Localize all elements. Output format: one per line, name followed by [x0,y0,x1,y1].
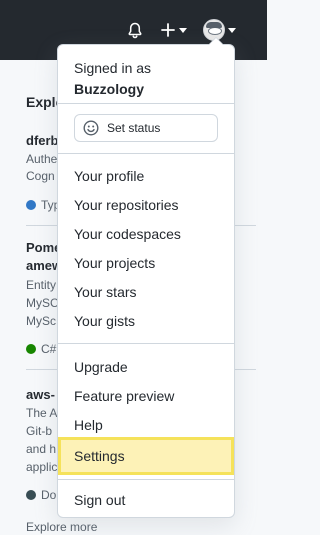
signed-in-header: Signed in as Buzzology [74,58,151,100]
repo-language: C# [26,342,56,356]
notifications-button[interactable] [127,16,147,44]
menu-item-your-gists[interactable]: Your gists [58,308,234,334]
plus-icon [161,23,175,37]
menu-item-feature-preview[interactable]: Feature preview [58,383,234,409]
menu-item-settings[interactable]: Settings [58,437,234,475]
repo-title[interactable]: dferb [26,133,59,148]
username: Buzzology [74,81,144,97]
chevron-down-icon [179,27,187,33]
repo-desc: Entity [26,278,57,292]
repo-desc: Cogn [26,169,55,183]
user-dropdown-menu: Signed in as Buzzology Set status Your p… [57,37,235,518]
language-label: C# [41,342,57,356]
repo-desc: The A [26,406,58,420]
repo-desc: and h [26,442,57,456]
smiley-icon [83,120,99,136]
menu-item-your-codespaces[interactable]: Your codespaces [58,221,234,247]
language-label: Do [41,488,57,502]
divider [58,479,234,480]
menu-item-your-profile[interactable]: Your profile [58,163,234,189]
create-new-button[interactable] [160,16,190,44]
repo-language: Typ [26,198,60,212]
menu-item-sign-out[interactable]: Sign out [58,487,234,513]
divider [58,343,234,344]
repo-desc: applic [26,460,58,474]
set-status-button[interactable]: Set status [74,114,218,142]
signed-in-label: Signed in as [74,60,152,76]
repo-desc: MySC [26,296,59,310]
menu-item-upgrade[interactable]: Upgrade [58,354,234,380]
set-status-label: Set status [107,121,161,135]
repo-desc: Git-b [26,424,53,438]
bell-icon [128,22,142,38]
menu-item-your-projects[interactable]: Your projects [58,250,234,276]
repo-desc: Authe [26,152,58,166]
repo-desc: MySc [26,314,56,328]
language-dot [26,490,36,500]
repo-language: Do [26,488,56,502]
menu-item-your-stars[interactable]: Your stars [58,279,234,305]
repo-title[interactable]: aws- [26,387,55,402]
menu-item-help[interactable]: Help [58,412,234,438]
chevron-down-icon [228,27,236,33]
language-dot [26,344,36,354]
language-dot [26,200,36,210]
divider [58,153,234,154]
explore-more-link[interactable]: Explore more [26,519,97,535]
divider [58,103,234,104]
menu-item-your-repositories[interactable]: Your repositories [58,192,234,218]
